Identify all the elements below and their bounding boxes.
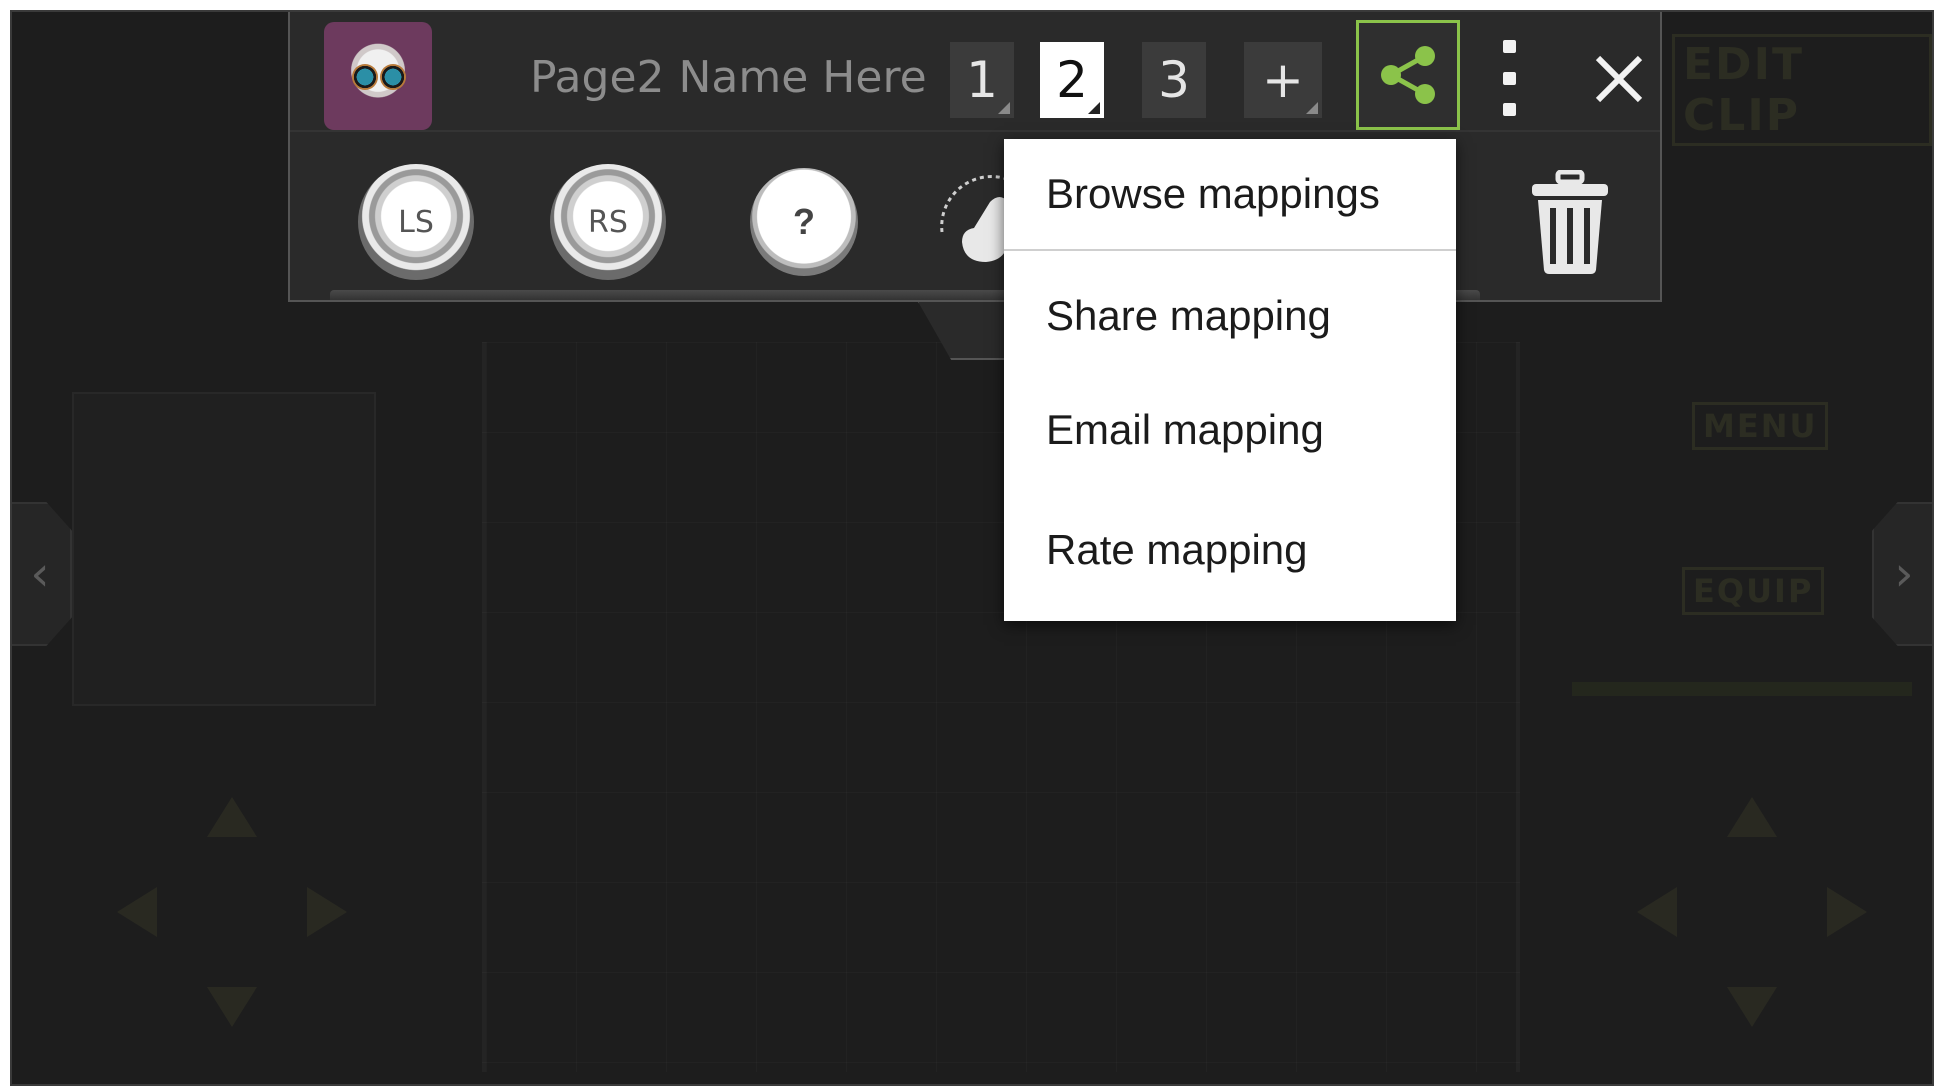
app-logo (324, 22, 432, 130)
page-tab-label: 2 (1056, 51, 1088, 109)
more-vertical-icon[interactable] (1494, 40, 1524, 116)
page-tab-3[interactable]: 3 (1142, 42, 1206, 118)
game-screen: EDIT CLIP MENU EQUIP ‹ › Page2 Name Here… (10, 10, 1934, 1086)
trash-icon (1532, 169, 1608, 274)
corner-indicator (1306, 102, 1318, 114)
game-background-panel (72, 392, 376, 706)
chevron-right-icon[interactable]: › (1872, 502, 1932, 646)
background-label-equip: EQUIP (1682, 567, 1825, 615)
left-stick-button[interactable]: LS (358, 164, 474, 280)
dpad-right (1612, 772, 1892, 1052)
right-stick-button[interactable]: RS (550, 164, 666, 280)
page-tab-2[interactable]: 2 (1040, 42, 1104, 118)
close-icon (1595, 55, 1643, 103)
add-page-button[interactable]: + (1244, 42, 1322, 118)
background-bar (1572, 682, 1912, 696)
background-label-edit-clip: EDIT CLIP (1672, 34, 1932, 146)
delete-button[interactable] (1530, 169, 1610, 274)
plus-icon: + (1262, 51, 1304, 109)
page-title[interactable]: Page2 Name Here (530, 52, 927, 103)
menu-divider (1004, 249, 1456, 251)
page-tab-1[interactable]: 1 (950, 42, 1014, 118)
page-tab-label: 1 (966, 51, 998, 109)
corner-indicator (998, 102, 1010, 114)
menu-item-email-mapping[interactable]: Email mapping (1004, 375, 1456, 485)
toolbar-top-row: Page2 Name Here 1 2 3 + (290, 12, 1660, 132)
chevron-left-icon[interactable]: ‹ (12, 502, 72, 646)
dpad-left (92, 772, 372, 1052)
menu-item-browse-mappings[interactable]: Browse mappings (1004, 139, 1456, 249)
share-icon (1381, 46, 1435, 104)
corner-indicator (1088, 102, 1100, 114)
close-button[interactable] (1588, 48, 1650, 110)
share-button[interactable] (1356, 20, 1460, 130)
share-menu: Browse mappings Share mapping Email mapp… (1004, 139, 1456, 621)
menu-item-rate-mapping[interactable]: Rate mapping (1004, 495, 1456, 605)
help-button[interactable]: ? (750, 168, 858, 276)
menu-item-share-mapping[interactable]: Share mapping (1004, 261, 1456, 371)
background-label-menu: MENU (1692, 402, 1829, 450)
page-tab-label: 3 (1158, 51, 1190, 109)
